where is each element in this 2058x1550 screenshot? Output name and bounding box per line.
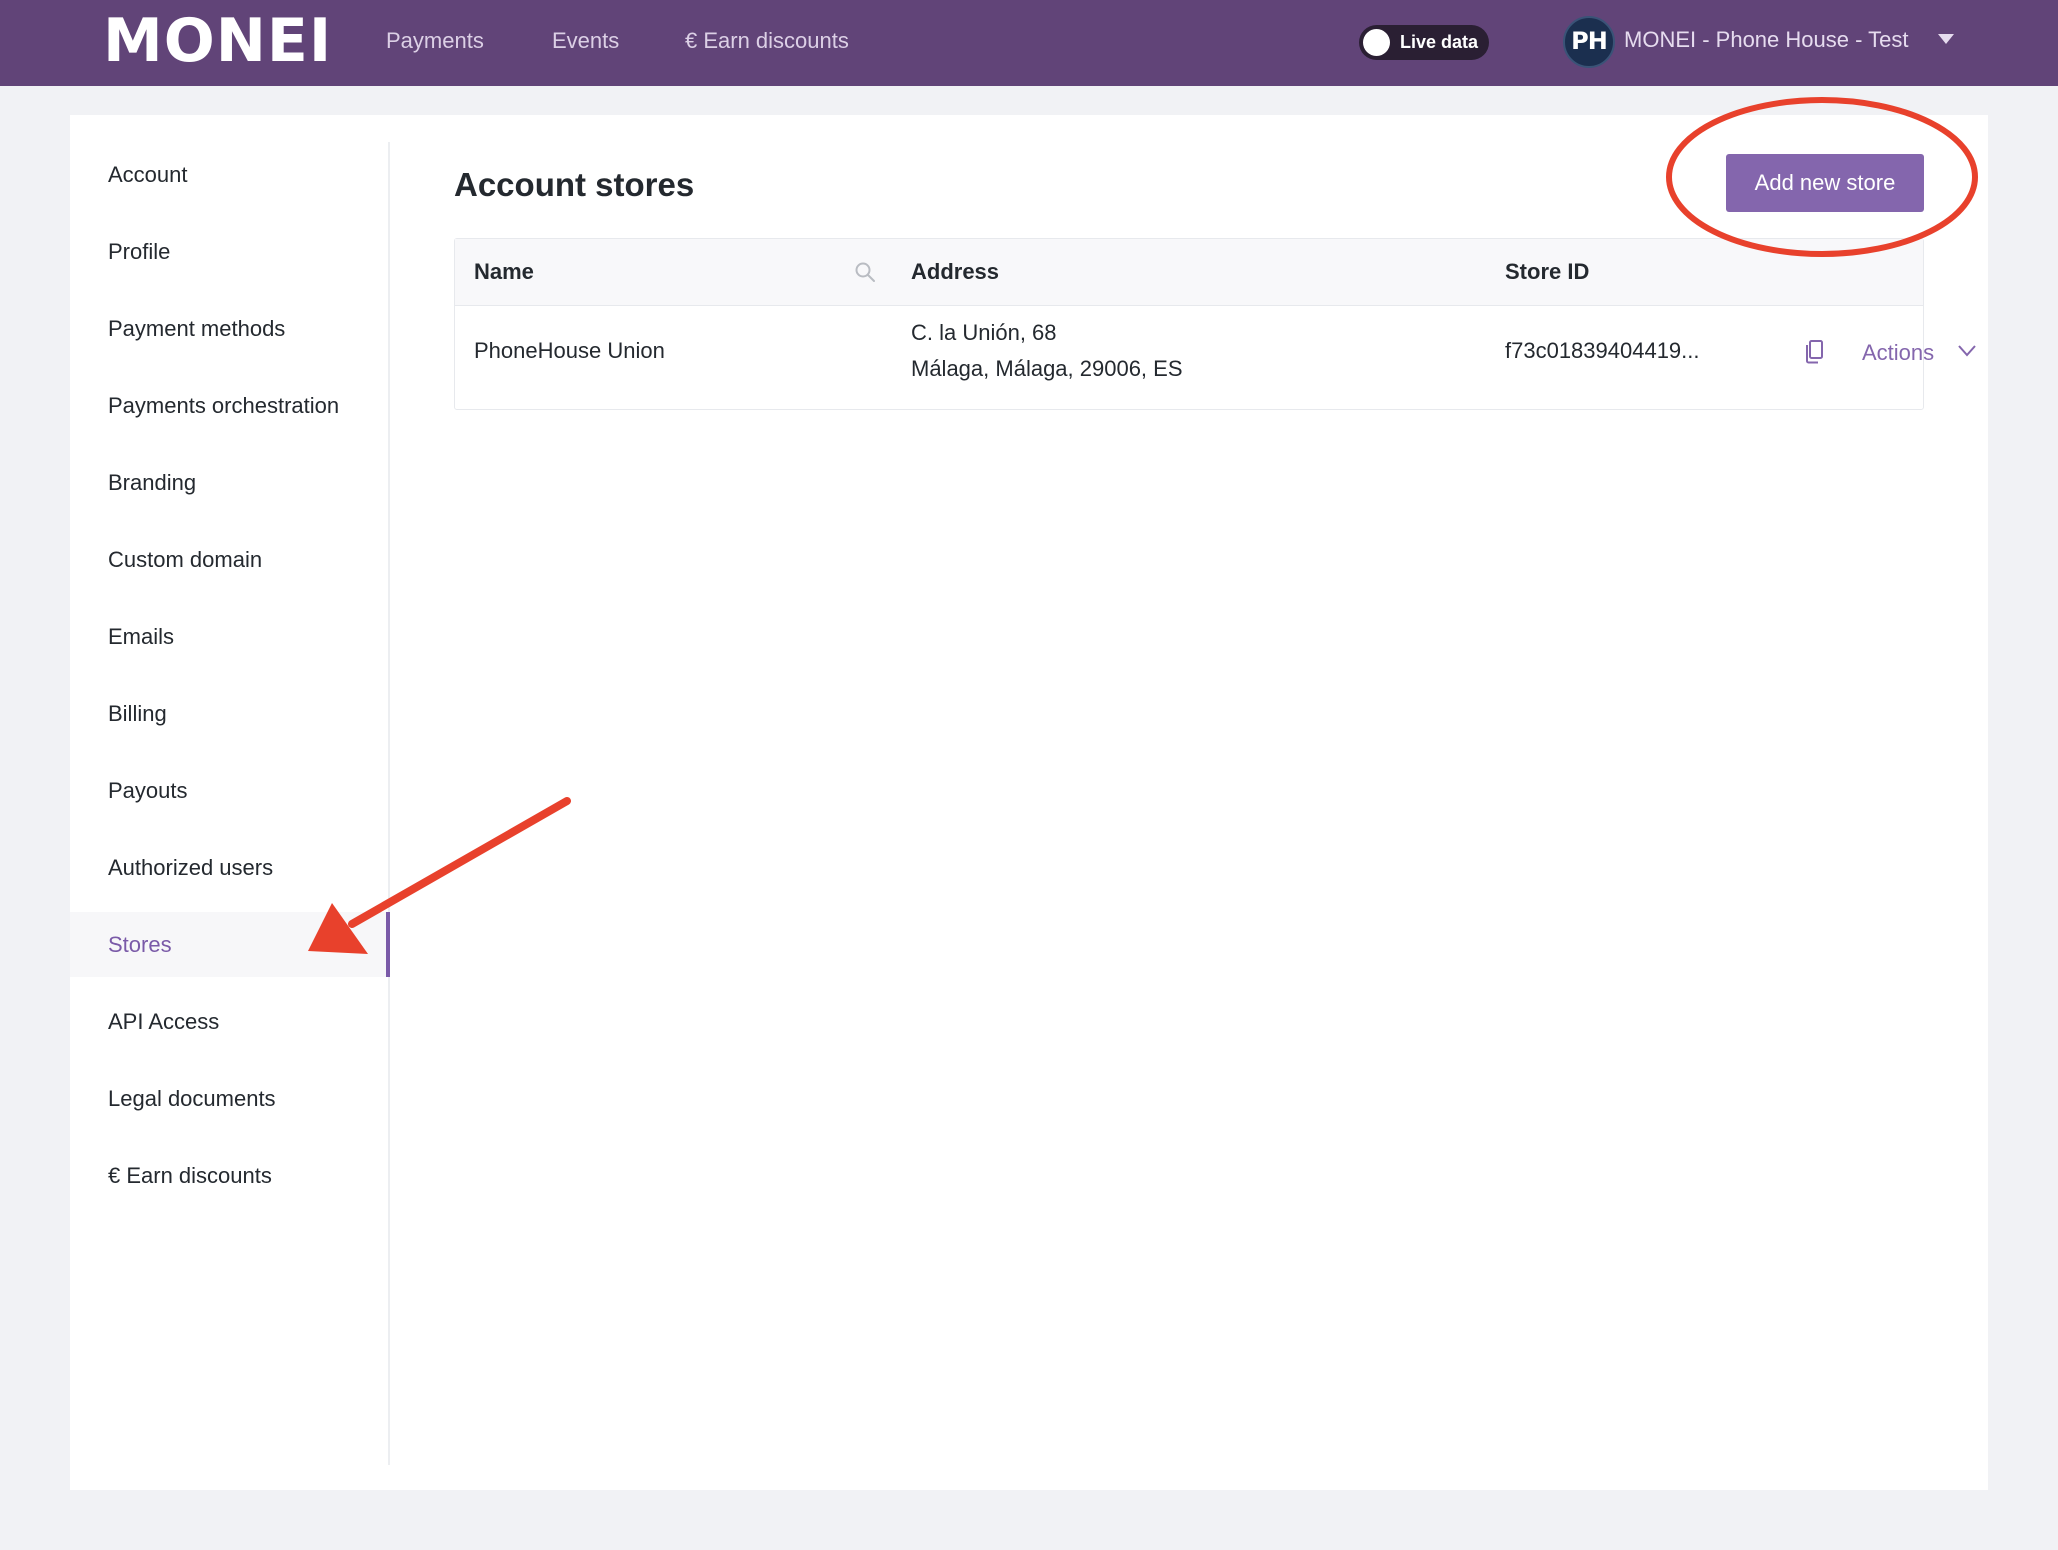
sidebar-item-custom-domain[interactable]: Custom domain [70,527,390,592]
page-title: Account stores [454,166,695,203]
add-new-store-button[interactable]: Add new store [1726,154,1924,212]
settings-card: Account Profile Payment methods Payments… [70,115,1988,1490]
store-address-line2: Málaga, Málaga, 29006, ES [911,356,1183,381]
sidebar-item-payments-orchestration[interactable]: Payments orchestration [70,373,390,438]
sidebar-item-legal-documents[interactable]: Legal documents [70,1066,390,1131]
sidebar-item-billing[interactable]: Billing [70,681,390,746]
sidebar-item-api-access[interactable]: API Access [70,989,390,1054]
settings-sidebar: Account Profile Payment methods Payments… [70,142,390,1465]
monei-logo[interactable]: MONEI [103,10,332,72]
caret-down-icon[interactable] [1938,34,1954,44]
top-navigation-bar: MONEI Payments Events € Earn discounts L… [0,0,2058,86]
sidebar-item-stores[interactable]: Stores [70,912,390,977]
nav-payments[interactable]: Payments [386,28,484,54]
column-header-name[interactable]: Name [474,259,534,285]
live-data-toggle[interactable]: Live data [1359,25,1489,60]
sidebar-item-account[interactable]: Account [70,142,390,207]
sidebar-item-earn-discounts[interactable]: € Earn discounts [70,1143,390,1208]
nav-earn-discounts[interactable]: € Earn discounts [685,28,849,54]
sidebar-item-payment-methods[interactable]: Payment methods [70,296,390,361]
sidebar-item-emails[interactable]: Emails [70,604,390,669]
store-address-line1: C. la Unión, 68 [911,320,1057,345]
stores-table: Name Address Store ID PhoneHouse Union C… [454,238,1976,410]
table-header: Name Address Store ID [455,239,1923,306]
column-header-address: Address [911,259,1000,284]
chevron-down-icon[interactable] [1957,344,1977,358]
live-data-label: Live data [1400,32,1479,52]
sidebar-item-payouts[interactable]: Payouts [70,758,390,823]
account-switcher-name[interactable]: MONEI - Phone House - Test [1624,27,1909,53]
account-avatar[interactable]: PH [1563,16,1615,68]
sidebar-item-authorized-users[interactable]: Authorized users [70,835,390,900]
sidebar-item-profile[interactable]: Profile [70,219,390,284]
column-header-store-id: Store ID [1505,259,1590,284]
store-id-value: f73c01839404419... [1505,338,1700,363]
toggle-knob [1363,29,1390,56]
nav-events[interactable]: Events [552,28,619,54]
search-icon[interactable] [853,260,877,284]
actions-dropdown[interactable]: Actions [1862,338,1934,368]
store-name: PhoneHouse Union [474,338,665,363]
sidebar-item-branding[interactable]: Branding [70,450,390,515]
copy-icon[interactable] [1803,339,1825,365]
